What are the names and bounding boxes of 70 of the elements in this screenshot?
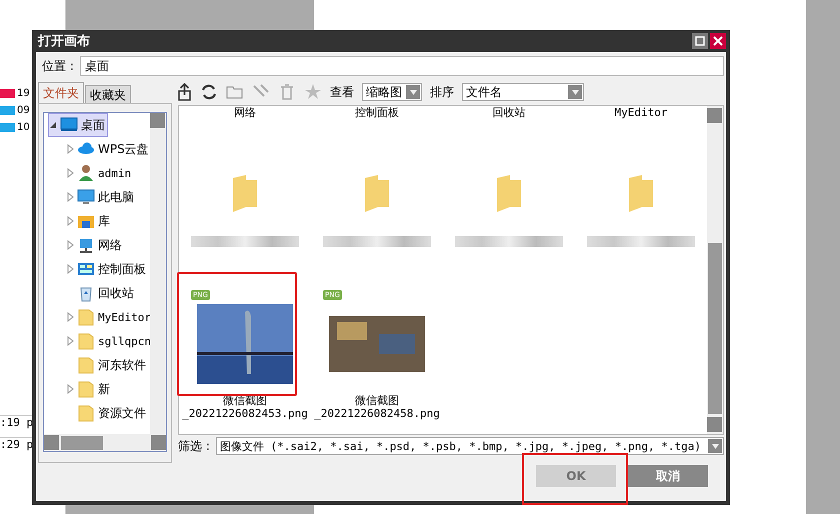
desktop-icon	[60, 116, 78, 134]
control-panel-icon	[77, 260, 95, 278]
folder-icon	[77, 380, 95, 398]
caret-icon	[712, 444, 718, 448]
file-name: _20221226082453.png	[182, 407, 308, 420]
caret-icon	[410, 90, 416, 94]
folder-icon	[77, 356, 95, 374]
computer-icon	[77, 188, 95, 206]
scrollbar-thumb[interactable]	[61, 436, 103, 450]
trash-button[interactable]	[278, 83, 296, 101]
star-icon	[304, 83, 322, 101]
maximize-icon	[695, 36, 705, 46]
tree-item[interactable]: sgllqpcn	[66, 329, 153, 353]
folder-icon	[628, 174, 654, 214]
file-name: MyEditor	[614, 106, 668, 119]
file-name: _20221226082458.png	[314, 407, 440, 420]
scrollbar-thumb[interactable]	[708, 243, 722, 414]
view-dropdown[interactable]: 缩略图	[362, 83, 422, 101]
tree-item[interactable]: 河东软件	[66, 353, 148, 377]
folder-icon	[77, 332, 95, 350]
expanded-arrow-icon	[49, 120, 57, 130]
filter-dropdown[interactable]: 图像文件 (*.sai2, *.sai, *.psd, *.psb, *.bmp, *.jpg, *.jpeg, *.png, *.tga)	[216, 437, 724, 455]
cancel-button[interactable]: 取消	[628, 465, 708, 487]
filter-label: 筛选 :	[178, 438, 210, 454]
tree-item[interactable]: 桌面	[48, 113, 108, 137]
color-swatch	[0, 106, 15, 115]
up-folder-icon	[178, 83, 192, 101]
maximize-button[interactable]	[692, 33, 708, 49]
file-name: 微信截图	[355, 394, 399, 407]
folder-icon	[232, 174, 258, 214]
caret-icon	[572, 90, 578, 94]
tree-item[interactable]: 此电脑	[66, 185, 136, 209]
folder-tab[interactable]: 收藏夹	[85, 85, 131, 103]
file-name: 控制面板	[355, 106, 399, 119]
tree-item[interactable]: 库	[66, 209, 112, 233]
close-icon	[713, 36, 723, 46]
up-folder-button[interactable]	[178, 83, 192, 101]
folder-icon	[77, 308, 95, 326]
value-text: 10	[17, 122, 30, 133]
folder-tab[interactable]: 文件夹	[38, 82, 84, 103]
window-title: 打开画布	[36, 33, 90, 50]
sort-dropdown[interactable]: 文件名	[462, 83, 584, 101]
tree-item[interactable]: admin	[66, 161, 134, 185]
file-name: 网络	[234, 106, 256, 119]
star-button[interactable]	[304, 83, 322, 101]
sort-label: 排序	[430, 84, 454, 100]
file-name: 回收站	[492, 106, 526, 119]
user-icon	[77, 164, 95, 182]
color-swatch	[0, 123, 15, 132]
network-icon	[77, 236, 95, 254]
folder-icon	[77, 404, 95, 422]
location-label: 位置 :	[42, 58, 74, 74]
value-text: 19	[17, 88, 30, 99]
value-text: 09	[17, 105, 30, 116]
refresh-button[interactable]	[200, 83, 218, 101]
folder-icon	[496, 174, 522, 214]
view-label: 查看	[330, 84, 354, 100]
tree-item[interactable]: 资源文件	[66, 401, 148, 425]
folder-icon	[364, 174, 390, 214]
trash-icon	[278, 83, 296, 101]
tree-item[interactable]: 新	[66, 377, 112, 401]
close-button[interactable]	[710, 33, 726, 49]
tree-item[interactable]: 网络	[66, 233, 124, 257]
tree-item[interactable]: WPS云盘	[66, 137, 151, 161]
refresh-icon	[200, 83, 218, 101]
tree-item[interactable]: 控制面板	[66, 257, 148, 281]
tree-item[interactable]: MyEditor	[66, 305, 153, 329]
location-field[interactable]: 桌面	[80, 56, 724, 76]
color-swatch	[0, 89, 15, 98]
tree-item[interactable]: 回收站	[66, 281, 136, 305]
